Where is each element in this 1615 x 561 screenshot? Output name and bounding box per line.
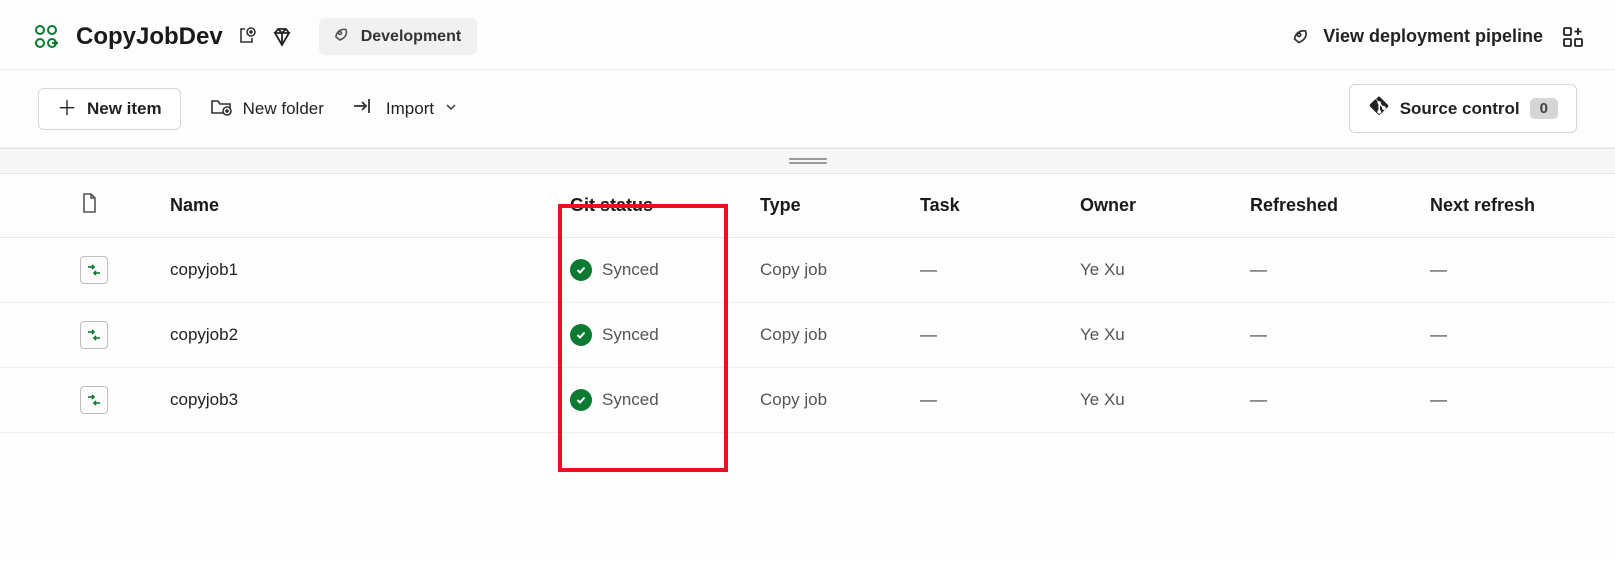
item-task: —	[910, 238, 1070, 303]
plus-icon: ＋	[57, 99, 77, 119]
items-table: Name Git status Type Task Owner Refreshe…	[0, 174, 1615, 433]
item-name[interactable]: copyjob1	[160, 238, 560, 303]
git-icon	[1368, 95, 1390, 122]
source-control-badge: 0	[1530, 98, 1558, 119]
item-refreshed: —	[1240, 368, 1420, 433]
col-type[interactable]: Type	[750, 174, 910, 238]
rocket-icon	[329, 24, 351, 49]
new-folder-label: New folder	[243, 99, 324, 119]
drag-handle-icon	[789, 158, 827, 164]
col-git-status[interactable]: Git status	[560, 174, 750, 238]
item-next-refresh: —	[1420, 238, 1615, 303]
source-control-button[interactable]: Source control 0	[1349, 84, 1577, 133]
item-refreshed: —	[1240, 303, 1420, 368]
item-owner: Ye Xu	[1070, 368, 1240, 433]
item-type: Copy job	[750, 368, 910, 433]
apps-icon[interactable]	[1561, 25, 1585, 49]
new-folder-button[interactable]: New folder	[209, 95, 324, 122]
import-icon	[352, 97, 376, 120]
copyjob-item-icon	[80, 321, 108, 349]
diamond-icon[interactable]	[271, 26, 293, 48]
import-label: Import	[386, 99, 434, 119]
git-status-label: Synced	[602, 260, 659, 280]
new-item-button[interactable]: ＋ New item	[38, 88, 181, 130]
stage-pill[interactable]: Development	[319, 18, 477, 55]
file-icon	[70, 174, 160, 238]
folder-plus-icon	[209, 95, 233, 122]
workspace-icon	[30, 21, 62, 53]
git-status-label: Synced	[602, 325, 659, 345]
item-task: —	[910, 303, 1070, 368]
item-next-refresh: —	[1420, 303, 1615, 368]
chevron-down-icon	[444, 99, 458, 119]
page-title: CopyJobDev	[76, 23, 223, 51]
item-type: Copy job	[750, 303, 910, 368]
git-status: Synced	[570, 259, 740, 281]
table-row[interactable]: copyjob1 Synced Copy job — Ye Xu — —	[0, 238, 1615, 303]
workspace-header: CopyJobDev Develo	[0, 0, 1615, 70]
stage-label: Development	[361, 28, 461, 46]
copyjob-item-icon	[80, 256, 108, 284]
item-next-refresh: —	[1420, 368, 1615, 433]
item-owner: Ye Xu	[1070, 303, 1240, 368]
item-task: —	[910, 368, 1070, 433]
item-name[interactable]: copyjob3	[160, 368, 560, 433]
view-pipeline-label: View deployment pipeline	[1323, 26, 1543, 47]
resize-strip[interactable]	[0, 148, 1615, 174]
item-owner: Ye Xu	[1070, 238, 1240, 303]
check-circle-icon	[570, 324, 592, 346]
col-task[interactable]: Task	[910, 174, 1070, 238]
item-refreshed: —	[1240, 238, 1420, 303]
table-row[interactable]: copyjob3 Synced Copy job — Ye Xu — —	[0, 368, 1615, 433]
import-button[interactable]: Import	[352, 97, 458, 120]
col-next-refresh[interactable]: Next refresh	[1420, 174, 1615, 238]
check-circle-icon	[570, 389, 592, 411]
toolbar: ＋ New item New folder Import	[0, 70, 1615, 148]
item-type: Copy job	[750, 238, 910, 303]
new-item-label: New item	[87, 99, 162, 119]
create-task-icon[interactable]	[237, 26, 259, 48]
item-name[interactable]: copyjob2	[160, 303, 560, 368]
table-header-row: Name Git status Type Task Owner Refreshe…	[0, 174, 1615, 238]
git-status: Synced	[570, 389, 740, 411]
git-status: Synced	[570, 324, 740, 346]
git-status-label: Synced	[602, 390, 659, 410]
copyjob-item-icon	[80, 386, 108, 414]
col-refreshed[interactable]: Refreshed	[1240, 174, 1420, 238]
source-control-label: Source control	[1400, 99, 1520, 119]
view-pipeline-link[interactable]: View deployment pipeline	[1287, 25, 1543, 49]
col-name[interactable]: Name	[160, 174, 560, 238]
check-circle-icon	[570, 259, 592, 281]
table-row[interactable]: copyjob2 Synced Copy job — Ye Xu — —	[0, 303, 1615, 368]
rocket-icon	[1287, 25, 1311, 49]
col-owner[interactable]: Owner	[1070, 174, 1240, 238]
